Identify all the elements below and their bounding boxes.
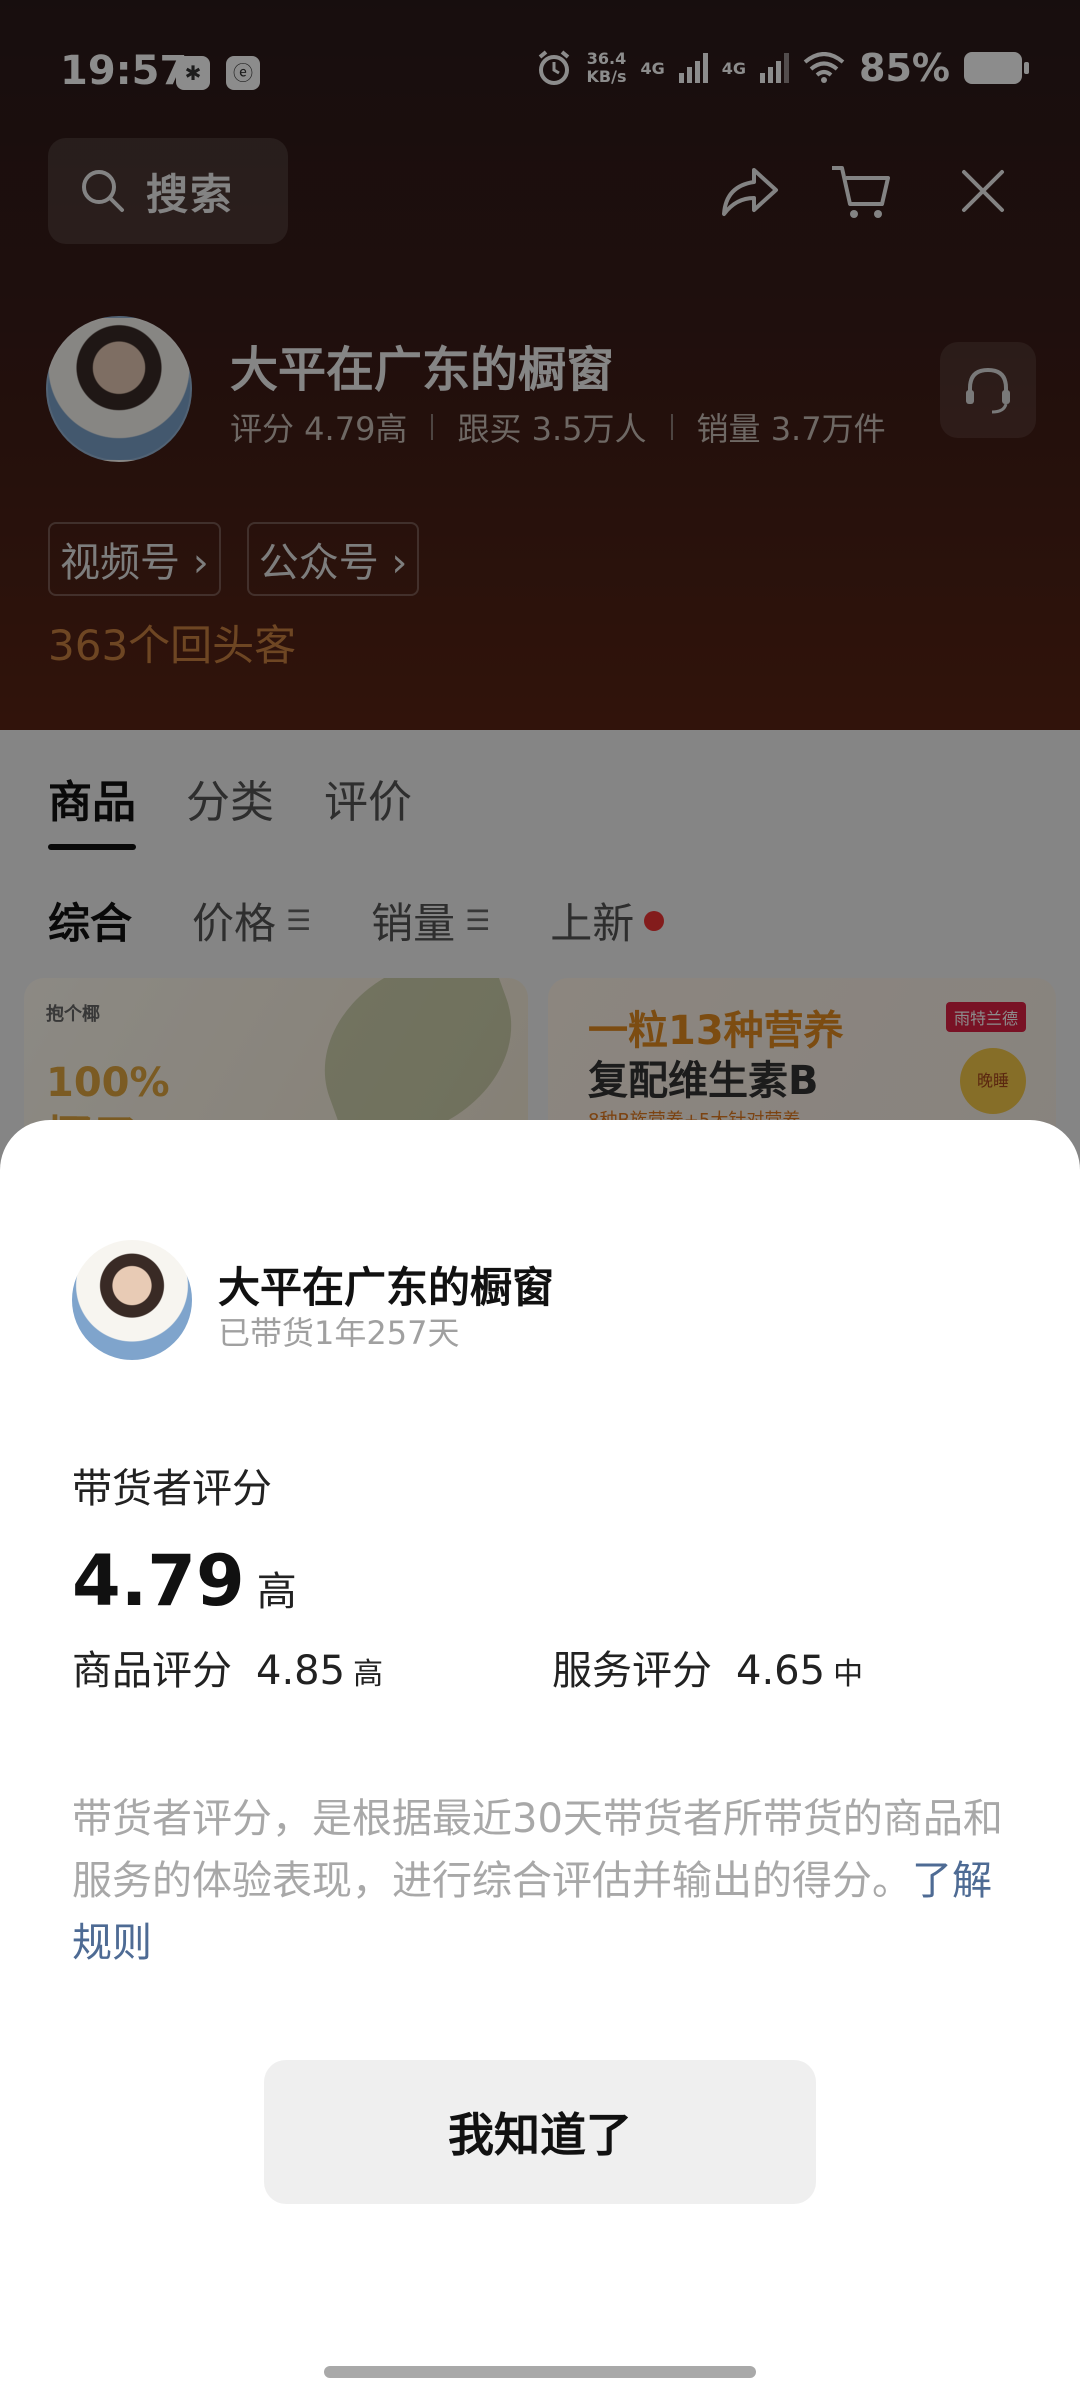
product-score: 商品评分 4.85 高 (72, 1638, 383, 1696)
rating-sheet: 大平在广东的橱窗 已带货1年257天 带货者评分 4.79 高 商品评分 4.8… (0, 1120, 1080, 2400)
service-score: 服务评分 4.65 中 (552, 1638, 863, 1696)
score-title: 带货者评分 (72, 1466, 272, 1512)
product-score-label: 商品评分 (72, 1648, 232, 1694)
overall-score-value: 4.79 (72, 1540, 245, 1622)
score-description: 带货者评分，是根据最近30天带货者所带货的商品和服务的体验表现，进行综合评估并输… (72, 1796, 1003, 1966)
product-score-value: 4.85 (256, 1648, 346, 1694)
sub-scores: 商品评分 4.85 高 服务评分 4.65 中 (72, 1638, 1008, 1698)
seller-avatar (72, 1240, 192, 1360)
overall-score: 4.79 高 (72, 1540, 297, 1622)
seller-name: 大平在广东的橱窗 (218, 1263, 555, 1312)
seller-duration: 已带货1年257天 (218, 1314, 460, 1352)
overall-score-level: 高 (256, 1569, 297, 1615)
service-score-label: 服务评分 (552, 1648, 712, 1694)
product-score-level: 高 (353, 1657, 384, 1692)
service-score-level: 中 (833, 1657, 864, 1692)
home-indicator[interactable] (324, 2366, 756, 2378)
got-it-button[interactable]: 我知道了 (264, 2060, 816, 2204)
service-score-value: 4.65 (736, 1648, 826, 1694)
